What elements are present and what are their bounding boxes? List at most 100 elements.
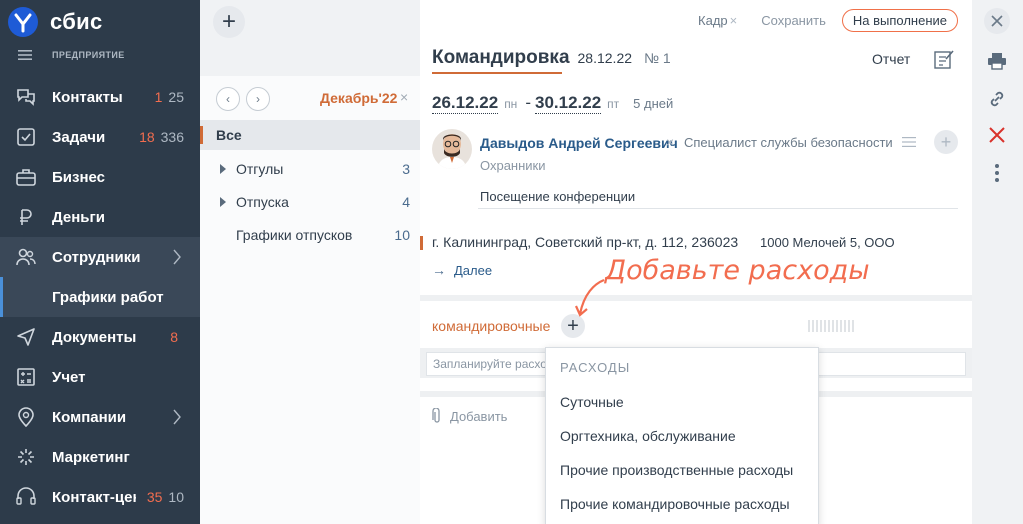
expand-icon[interactable] [220, 197, 226, 207]
people-icon [14, 245, 38, 269]
doc-header: Командировка 28.12.22 № 1 [432, 47, 671, 69]
sidebar-item-contact-center[interactable]: Контакт-центр 35 10 [0, 477, 200, 517]
menu-item-per-diem[interactable]: Суточные [560, 394, 624, 410]
delete-x-icon [989, 127, 1005, 143]
sidebar-item-employees[interactable]: Сотрудники [0, 237, 200, 277]
trip-purpose[interactable]: Посещение конференции [480, 189, 635, 204]
briefcase-icon [14, 165, 38, 189]
close-button[interactable] [984, 8, 1010, 34]
money-icon [14, 205, 38, 229]
avatar[interactable] [432, 129, 472, 169]
link-icon [990, 91, 1004, 107]
hint-arrow-icon [574, 278, 605, 317]
status-button[interactable]: На выполнение [841, 9, 958, 32]
hint-annotation: Добавьте расходы [605, 255, 870, 286]
kadr-tag[interactable]: Кадр [698, 13, 728, 28]
arrow-right-icon: → [432, 262, 446, 278]
sidebar-item-label: Бизнес [52, 168, 106, 186]
sidebar-item-tasks[interactable]: Задачи 18 336 [0, 117, 200, 157]
page-title: Командировка [432, 47, 570, 68]
more-label: Далее [454, 262, 493, 278]
destination-organization[interactable]: 1000 Мелочей 5, ООО [760, 235, 895, 250]
list-menu-icon[interactable] [902, 136, 916, 148]
counter-total: 336 [160, 129, 184, 145]
list-item[interactable]: Графики отпусков 10 [200, 220, 420, 250]
more-actions-button[interactable] [984, 160, 1010, 186]
list-item[interactable]: Отпуска 4 [200, 187, 420, 217]
next-period-button[interactable]: › [246, 87, 270, 111]
divider [478, 208, 958, 209]
hamburger-icon[interactable] [18, 50, 32, 60]
counter-new: 18 [139, 129, 155, 145]
logo[interactable]: сбис [8, 6, 103, 38]
period-nav: ‹ › [216, 87, 276, 111]
list-item-label: Отпуска [236, 194, 289, 210]
save-button[interactable]: Сохранить [761, 13, 826, 28]
headset-icon [14, 485, 38, 509]
sidebar-item-money[interactable]: Деньги [0, 197, 200, 237]
chevron-right-icon[interactable] [172, 249, 182, 265]
divider [420, 295, 972, 301]
remove-tag-icon[interactable]: × [730, 13, 738, 28]
plus-icon: + [940, 131, 952, 152]
period-selector[interactable]: Декабрь'22 [320, 90, 397, 106]
sidebar-item-label: Сотрудники [52, 248, 141, 266]
report-link[interactable]: Отчет [872, 51, 910, 67]
sidebar-item-companies[interactable]: Компании [0, 397, 200, 437]
weekday-from: пн [504, 97, 518, 111]
sidebar-item-accounting[interactable]: Учет [0, 357, 200, 397]
expand-icon[interactable] [220, 164, 226, 174]
create-button[interactable]: + [213, 6, 245, 38]
sidebar-item-contacts[interactable]: Контакты 1 25 [0, 77, 200, 117]
counter: 35 10 [147, 489, 184, 505]
list-item[interactable]: Все [200, 120, 420, 150]
chat-bubbles-icon [14, 85, 38, 109]
org-label: ПРЕДПРИЯТИЕ [52, 50, 125, 60]
counter: 18 336 [139, 129, 184, 145]
list-item[interactable]: Отгулы 3 [200, 154, 420, 184]
category-list: ‹ › Декабрь'22 × Все Отгулы 3 Отпуска 4 … [200, 76, 420, 524]
menu-item-other-production[interactable]: Прочие производственные расходы [560, 462, 793, 478]
doc-date[interactable]: 28.12.22 [578, 50, 633, 66]
chevron-right-icon: › [256, 92, 260, 106]
sidebar-item-label: Контакт-центр [52, 488, 136, 506]
more-vertical-icon [995, 164, 999, 182]
report-edit-icon[interactable] [932, 47, 956, 71]
destination-address[interactable]: г. Калининград, Советский пр-кт, д. 112,… [432, 234, 738, 250]
more-link[interactable]: → Далее [432, 262, 492, 278]
plus-icon: + [221, 8, 236, 35]
sidebar-item-label: Контакты [52, 88, 123, 106]
doc-number[interactable]: № 1 [644, 50, 671, 66]
address-marker [420, 236, 423, 250]
list-item-label: Все [216, 127, 242, 143]
main-nav: Контакты 1 25 Задачи 18 336 Бизнес Деньги [0, 77, 200, 517]
menu-item-other-travel[interactable]: Прочие командировочные расходы [560, 496, 790, 512]
counter: 1 25 [155, 89, 184, 105]
sidebar-item-documents[interactable]: Документы 8 [0, 317, 200, 357]
add-employee-button[interactable]: + [934, 130, 958, 154]
dropdown-header: РАСХОДЫ [560, 360, 631, 375]
sidebar-item-business[interactable]: Бизнес [0, 157, 200, 197]
employee-name[interactable]: Давыдов Андрей Сергеевич [480, 135, 678, 151]
attach-label: Добавить [450, 408, 508, 424]
remove-employee-icon[interactable]: × [666, 134, 674, 150]
cursor-icon [14, 445, 38, 469]
menu-item-office-equipment[interactable]: Оргтехника, обслуживание [560, 428, 736, 444]
counter-new: 8 [170, 329, 178, 345]
delete-button[interactable] [984, 122, 1010, 148]
chevron-right-icon[interactable] [172, 409, 182, 425]
clear-period-icon[interactable]: × [400, 89, 408, 105]
sidebar-subitem-work-schedules[interactable]: Графики работ [0, 277, 200, 317]
sidebar-item-marketing[interactable]: Маркетинг [0, 437, 200, 477]
tasks-icon [14, 125, 38, 149]
prev-period-button[interactable]: ‹ [216, 87, 240, 111]
date-from[interactable]: 26.12.22 [432, 93, 499, 114]
filter-panel: + ‹ › Декабрь'22 × Все Отгулы 3 Отпуска … [200, 0, 420, 524]
org-switcher[interactable]: ПРЕДПРИЯТИЕ [18, 50, 125, 60]
link-button[interactable] [984, 86, 1010, 112]
employee-department: Охранники [480, 158, 546, 173]
employee-position: Специалист службы безопасности [684, 135, 893, 150]
date-to[interactable]: 30.12.22 [534, 93, 602, 114]
print-button[interactable] [984, 48, 1010, 74]
attach-button[interactable]: Добавить [432, 408, 507, 424]
